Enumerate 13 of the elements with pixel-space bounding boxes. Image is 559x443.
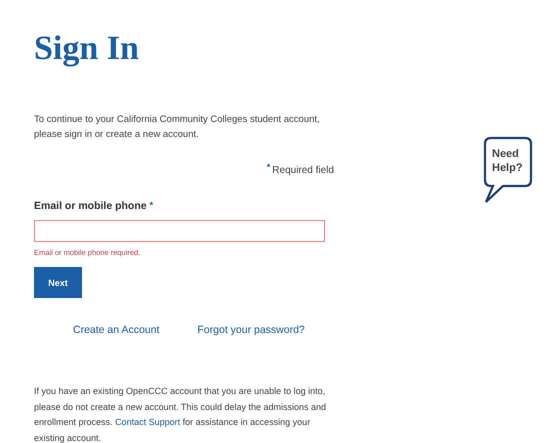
link[interactable]: Forgot your password? [197,324,305,336]
support-link[interactable]: Contact Support [115,417,180,427]
notice-text: If you have an existing OpenCCC account that you are unable to log into, please do not create a new account. This could delay the admissions and enrollment process. Contact Support for assistance in accessing your existing account. [34,385,328,443]
page-title: Sign In [34,30,139,68]
required-note: Required field [272,165,334,176]
required-marker: * [150,200,154,210]
required-marker: * [266,162,270,172]
intro-text: To continue to your California Community Colleges student account, please sign in or create a new account. [34,113,321,142]
next-button[interactable]: Next [34,267,82,298]
help-button[interactable]: Need Help? [483,136,533,204]
field-label: Email or mobile phone [34,200,147,212]
link[interactable]: Create an Account [73,324,160,336]
email-input-field[interactable] [34,220,325,242]
